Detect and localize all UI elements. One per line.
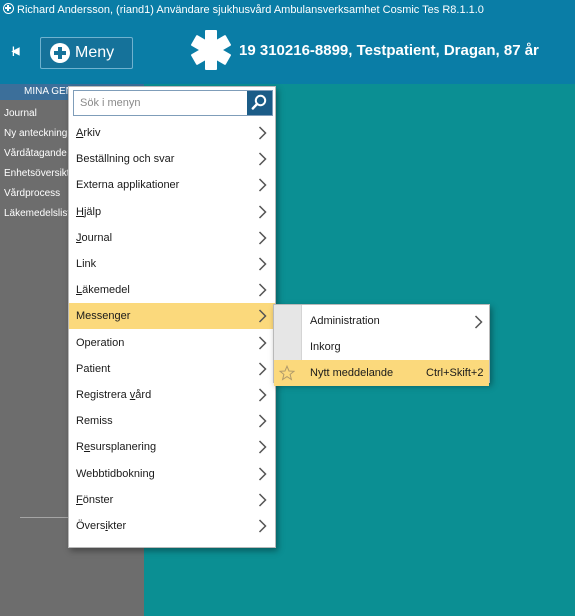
menu-item-label: Fönster	[76, 493, 114, 506]
menu-item-oversikter[interactable]: Översikter	[69, 513, 275, 539]
menu-item-label: Registrera vård	[76, 389, 152, 401]
plus-circle-icon	[50, 43, 70, 63]
menu-item-label: Patient	[76, 362, 111, 375]
chevron-right-icon	[258, 493, 267, 507]
messenger-submenu: Administration Inkorg Nytt meddelande Ct…	[273, 304, 490, 386]
chevron-right-icon	[258, 388, 267, 402]
submenu-item-new-message[interactable]: Nytt meddelande Ctrl+Skift+2	[274, 360, 489, 386]
favorite-star-icon[interactable]	[279, 365, 295, 381]
menu-search-input[interactable]	[74, 91, 246, 115]
menu-item-arkiv[interactable]: Arkiv	[69, 120, 275, 146]
submenu-item-inbox[interactable]: Inkorg	[274, 334, 489, 360]
menu-item-messenger[interactable]: Messenger	[69, 303, 275, 330]
menu-item-operation[interactable]: Operation	[69, 330, 275, 356]
menu-item-label: Externa applikationer	[76, 179, 180, 192]
window-titlebar: Richard Andersson, (riand1) Användare sj…	[0, 0, 575, 20]
menu-item-bestallning-och-svar[interactable]: Beställning och svar	[69, 146, 275, 172]
collapse-panel-icon[interactable]: |◀	[12, 46, 19, 57]
keyboard-shortcut: Ctrl+Skift+2	[426, 367, 484, 379]
submenu-item-label: Nytt meddelande	[310, 367, 394, 379]
menu-item-label: Beställning och svar	[76, 153, 175, 166]
chevron-right-icon	[258, 231, 267, 245]
menu-item-fonster[interactable]: Fönster	[69, 487, 275, 513]
app-header: |◀ Meny 19 310216-8899, Testpatient, Dra…	[0, 20, 575, 84]
menu-button[interactable]: Meny	[40, 37, 133, 69]
menu-item-remiss[interactable]: Remiss	[69, 408, 275, 434]
menu-item-lakemedel[interactable]: Läkemedel	[69, 277, 275, 303]
chevron-right-icon	[258, 336, 267, 350]
chevron-right-icon	[258, 152, 267, 166]
chevron-right-icon	[474, 315, 483, 329]
menu-item-registrera-vard[interactable]: Registrera vård	[69, 382, 275, 408]
submenu-item-label: Administration	[310, 315, 380, 327]
menu-item-label: Översikter	[76, 520, 127, 532]
chevron-right-icon	[258, 178, 267, 192]
menu-button-label: Meny	[75, 44, 115, 61]
window-title: Richard Andersson, (riand1) Användare sj…	[17, 4, 484, 16]
chevron-right-icon	[258, 519, 267, 533]
menu-item-patient[interactable]: Patient	[69, 356, 275, 382]
chevron-right-icon	[258, 440, 267, 454]
chevron-right-icon	[258, 126, 267, 140]
menu-search	[73, 90, 273, 116]
menu-item-label: Arkiv	[76, 127, 101, 139]
chevron-right-icon	[258, 205, 267, 219]
menu-item-label: Operation	[76, 336, 125, 349]
chevron-right-icon	[258, 257, 267, 271]
menu-item-label: Läkemedel	[76, 284, 130, 297]
menu-item-label: Hjälp	[76, 205, 102, 218]
star-of-life-icon	[191, 30, 231, 70]
chevron-right-icon	[258, 414, 267, 428]
chevron-right-icon	[258, 309, 267, 323]
menu-item-label: Webbtidbokning	[76, 467, 155, 480]
main-menu: Arkiv Beställning och svar Externa applika…	[68, 86, 276, 548]
patient-info[interactable]: 19 310216-8899, Testpatient, Dragan, 87 …	[239, 37, 539, 65]
menu-item-label: Messenger	[76, 310, 131, 323]
search-icon	[251, 94, 267, 110]
submenu-item-label: Inkorg	[310, 341, 341, 353]
menu-item-webbtidbokning[interactable]: Webbtidbokning	[69, 461, 275, 487]
app-title-icon	[3, 3, 14, 14]
menu-item-externa-applikationer[interactable]: Externa applikationer	[69, 172, 275, 198]
menu-item-label: Link	[76, 258, 97, 270]
menu-item-label: Journal	[76, 231, 113, 244]
chevron-right-icon	[258, 283, 267, 297]
chevron-right-icon	[258, 362, 267, 376]
search-button[interactable]	[247, 91, 272, 115]
menu-item-link[interactable]: Link	[69, 251, 275, 277]
menu-item-label: Resursplanering	[76, 441, 157, 454]
menu-item-journal[interactable]: Journal	[69, 225, 275, 251]
menu-item-hjalp[interactable]: Hjälp	[69, 199, 275, 225]
submenu-item-administration[interactable]: Administration	[274, 308, 489, 334]
menu-item-resursplanering[interactable]: Resursplanering	[69, 434, 275, 460]
menu-item-label: Remiss	[76, 415, 113, 428]
chevron-right-icon	[258, 467, 267, 481]
